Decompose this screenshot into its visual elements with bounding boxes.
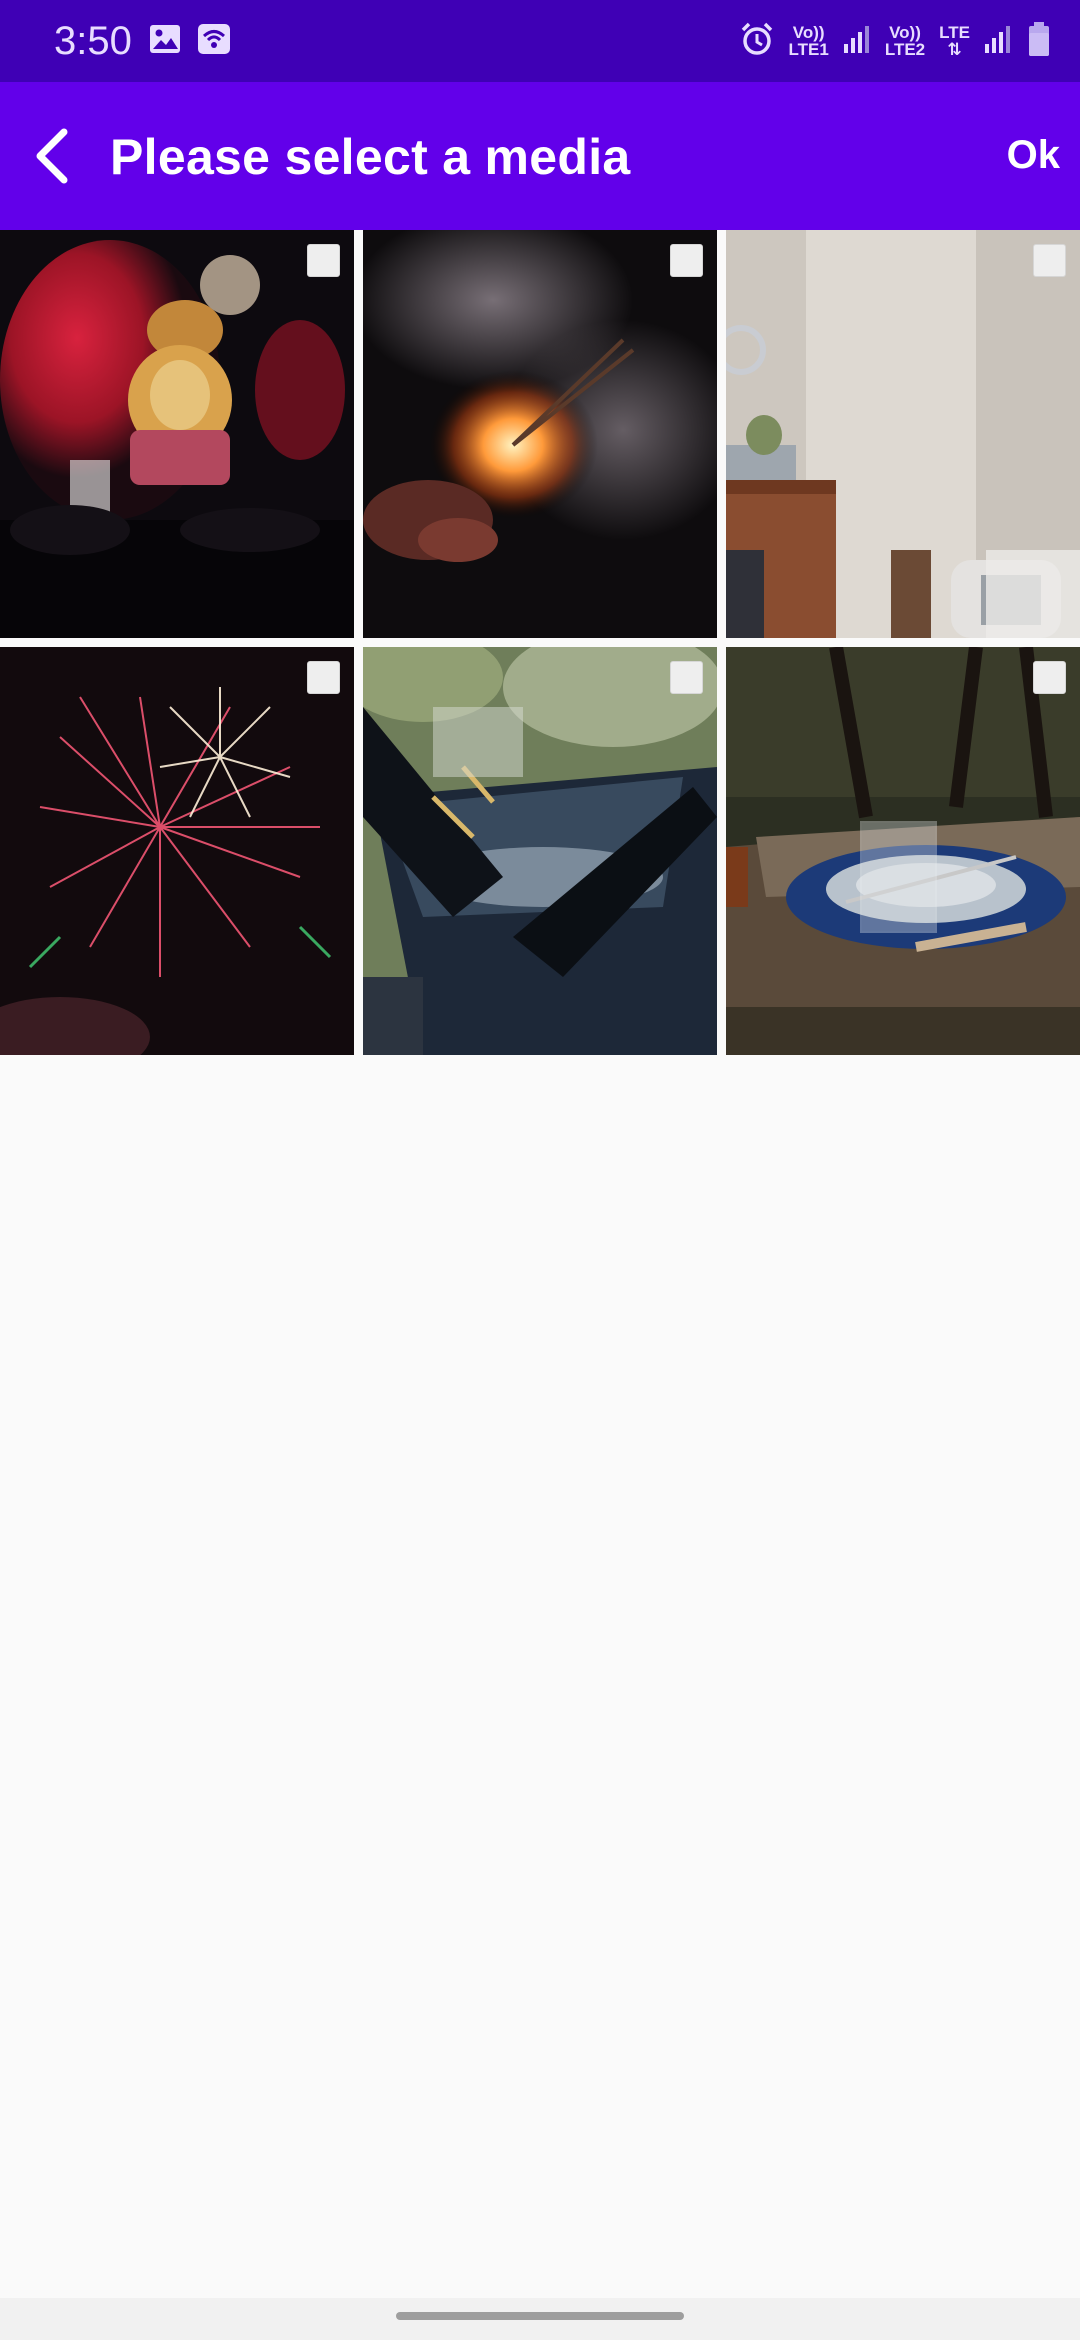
media-thumbnail (363, 647, 717, 1055)
status-right-icons: Vo)) LTE1 Vo)) LTE2 LTE ⇅ (739, 18, 1052, 64)
back-button[interactable] (22, 120, 92, 192)
media-thumbnail (0, 647, 354, 1055)
media-item-champagne[interactable] (363, 647, 717, 1055)
wifi-icon (197, 22, 231, 61)
status-time: 3:50 (54, 19, 132, 63)
data-type-indicator: LTE ⇅ (939, 23, 970, 59)
signal-icon (843, 24, 871, 59)
ok-button[interactable]: Ok (1007, 126, 1060, 184)
media-thumbnail (363, 230, 717, 638)
navigation-bar (0, 2298, 1080, 2340)
alarm-icon (739, 21, 775, 62)
media-thumbnail (726, 230, 1080, 638)
select-checkbox[interactable] (307, 661, 340, 694)
sim1-indicator: Vo)) LTE1 (788, 23, 829, 59)
chevron-left-icon (36, 128, 68, 184)
media-item-sparkler[interactable] (363, 230, 717, 638)
media-thumbnail (0, 230, 354, 638)
home-gesture-handle[interactable] (396, 2312, 684, 2320)
media-item-living-room[interactable] (726, 230, 1080, 638)
sim2-indicator: Vo)) LTE2 (884, 23, 926, 59)
media-grid (0, 230, 1080, 1055)
signal-icon (984, 24, 1012, 59)
media-item-ganesha[interactable] (0, 230, 354, 638)
select-checkbox[interactable] (670, 244, 703, 277)
select-checkbox[interactable] (670, 661, 703, 694)
select-checkbox[interactable] (307, 244, 340, 277)
select-checkbox[interactable] (1033, 244, 1066, 277)
media-thumbnail (726, 647, 1080, 1055)
battery-icon (1026, 21, 1052, 62)
media-item-fireworks[interactable] (0, 647, 354, 1055)
page-title: Please select a media (110, 129, 631, 185)
image-icon (148, 22, 182, 61)
media-item-table-setting[interactable] (726, 647, 1080, 1055)
status-bar: 3:50 Vo)) LTE1 Vo)) LTE2 LTE ⇅ (0, 0, 1080, 82)
select-checkbox[interactable] (1033, 661, 1066, 694)
app-bar: Please select a media Ok (0, 82, 1080, 230)
